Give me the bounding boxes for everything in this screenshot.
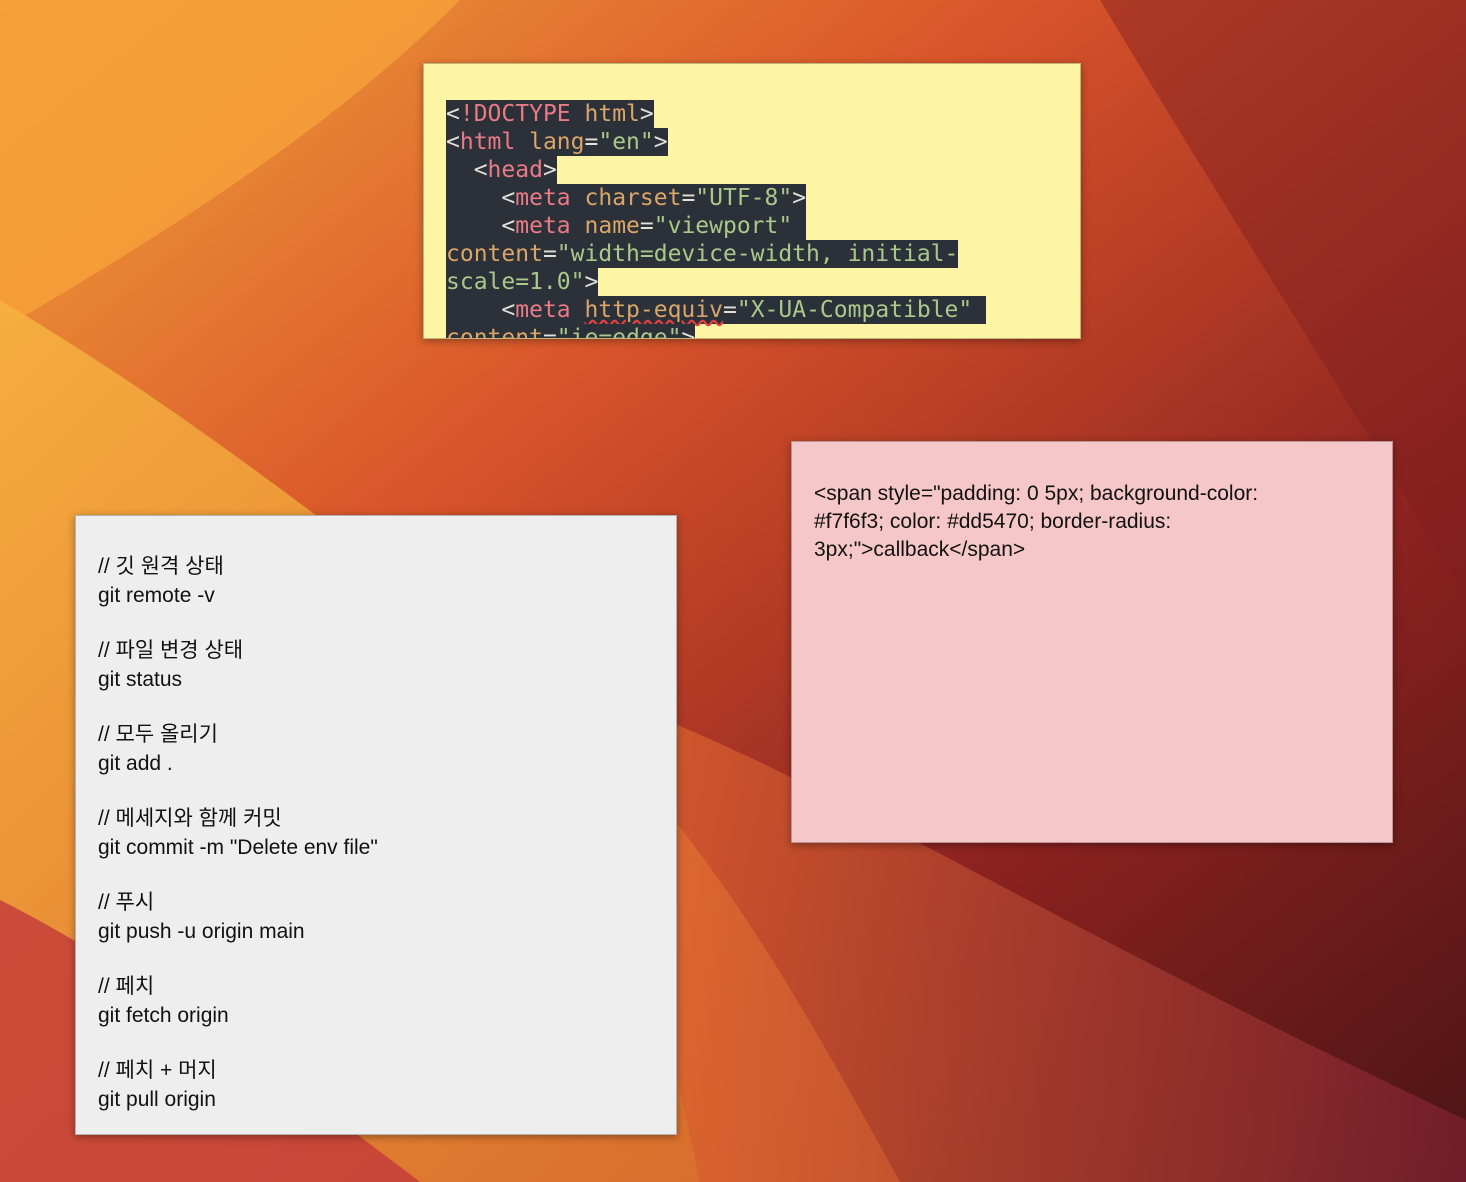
- command-line: git pull origin: [98, 1088, 216, 1111]
- code-token: >: [792, 185, 807, 211]
- command-line: git fetch origin: [98, 1004, 229, 1027]
- code-token: meta: [515, 185, 571, 211]
- code-line: <meta http-equiv="X-UA-Compatible": [446, 296, 1058, 324]
- code-token: <: [446, 185, 516, 211]
- command-line: git remote -v: [98, 584, 215, 607]
- git-block: // 페치 + 머지 git pull origin: [98, 1056, 654, 1114]
- code-token: http-equiv: [584, 297, 723, 323]
- code-token: <: [446, 297, 516, 323]
- code-token: "en": [598, 129, 654, 155]
- code-token: =: [542, 241, 557, 267]
- code-token: <: [446, 129, 460, 155]
- note-text[interactable]: <span style="padding: 0 5px; background-…: [814, 480, 1370, 564]
- code-token: name: [584, 213, 640, 239]
- code-line-highlight: <head>: [446, 156, 557, 184]
- code-token: charset: [584, 185, 682, 211]
- git-block: // 메세지와 함께 커밋 git commit -m "Delete env …: [98, 804, 654, 862]
- code-token: lang: [529, 129, 585, 155]
- code-line: content="ie=edge">: [446, 324, 1058, 339]
- note-line: <span style="padding: 0 5px; background-…: [814, 482, 1259, 505]
- code-token: content: [446, 325, 543, 339]
- code-token: html: [459, 129, 516, 155]
- code-snippet[interactable]: <!DOCTYPE html> <html lang="en"> <head> <…: [446, 100, 1058, 339]
- code-token: "UTF-8": [695, 185, 793, 211]
- code-token: "width=device-width, initial-: [556, 241, 959, 267]
- code-token: head: [487, 157, 543, 183]
- code-token: <: [446, 213, 516, 239]
- git-block: // 모두 올리기 git add .: [98, 720, 654, 778]
- code-token: "X-UA-Compatible": [736, 297, 973, 323]
- code-token: "ie=edge": [556, 325, 682, 339]
- code-line: content="width=device-width, initial-: [446, 240, 1058, 268]
- code-token: >: [542, 157, 557, 183]
- command-line: git push -u origin main: [98, 920, 305, 943]
- code-token: !DOCTYPE: [459, 101, 571, 127]
- code-token: >: [653, 129, 668, 155]
- code-token: scale=1.0": [446, 269, 585, 295]
- sticky-note-yellow[interactable]: <!DOCTYPE html> <html lang="en"> <head> <…: [423, 63, 1081, 339]
- code-line: <meta charset="UTF-8">: [446, 184, 1058, 212]
- comment-line: // 푸시: [98, 891, 155, 914]
- sticky-note-pink[interactable]: <span style="padding: 0 5px; background-…: [791, 441, 1393, 843]
- comment-line: // 페치: [98, 975, 155, 998]
- code-line-highlight: content="width=device-width, initial-: [446, 240, 959, 268]
- code-token: >: [681, 325, 696, 339]
- git-block: // 파일 변경 상태 git status: [98, 636, 654, 694]
- code-token: >: [639, 101, 654, 127]
- code-line-highlight: <meta http-equiv="X-UA-Compatible": [446, 296, 987, 324]
- code-line-highlight: content="ie=edge">: [446, 324, 696, 339]
- git-block: // 깃 원격 상태 git remote -v: [98, 552, 654, 610]
- code-token: meta: [515, 297, 571, 323]
- code-token: =: [584, 129, 599, 155]
- code-line: scale=1.0">: [446, 268, 1058, 296]
- code-token: "viewport": [653, 213, 793, 239]
- comment-line: // 깃 원격 상태: [98, 555, 224, 578]
- code-token: =: [542, 325, 557, 339]
- command-line: git status: [98, 668, 183, 691]
- code-line: <head>: [446, 156, 1058, 184]
- code-line-highlight: <html lang="en">: [446, 128, 668, 156]
- code-token: content: [446, 241, 543, 267]
- code-token: html: [584, 101, 640, 127]
- code-token: =: [681, 185, 696, 211]
- sticky-note-gray[interactable]: // 깃 원격 상태 git remote -v // 파일 변경 상태 git…: [75, 515, 677, 1135]
- command-line: git add .: [98, 752, 173, 775]
- comment-line: // 모두 올리기: [98, 723, 218, 746]
- code-line-highlight: <!DOCTYPE html>: [446, 100, 654, 128]
- code-token: =: [639, 213, 654, 239]
- note-text[interactable]: // 깃 원격 상태 git remote -v // 파일 변경 상태 git…: [98, 552, 654, 1114]
- comment-line: // 파일 변경 상태: [98, 639, 244, 662]
- git-block: // 페치 git fetch origin: [98, 972, 654, 1030]
- code-token: <: [446, 101, 460, 127]
- code-line: <!DOCTYPE html>: [446, 100, 1058, 128]
- code-token: meta: [515, 213, 571, 239]
- git-block: // 푸시 git push -u origin main: [98, 888, 654, 946]
- comment-line: // 메세지와 함께 커밋: [98, 807, 282, 830]
- code-token: >: [584, 269, 599, 295]
- code-token: <: [446, 157, 488, 183]
- code-token: =: [722, 297, 737, 323]
- code-line: <html lang="en">: [446, 128, 1058, 156]
- code-line-highlight: <meta charset="UTF-8">: [446, 184, 807, 212]
- note-line: 3px;">callback</span>: [814, 538, 1026, 561]
- code-line: <meta name="viewport": [446, 212, 1058, 240]
- code-line-highlight: <meta name="viewport": [446, 212, 807, 240]
- code-line-highlight: scale=1.0">: [446, 268, 599, 296]
- comment-line: // 페치 + 머지: [98, 1059, 217, 1082]
- command-line: git commit -m "Delete env file": [98, 836, 378, 859]
- note-line: #f7f6f3; color: #dd5470; border-radius:: [814, 510, 1172, 533]
